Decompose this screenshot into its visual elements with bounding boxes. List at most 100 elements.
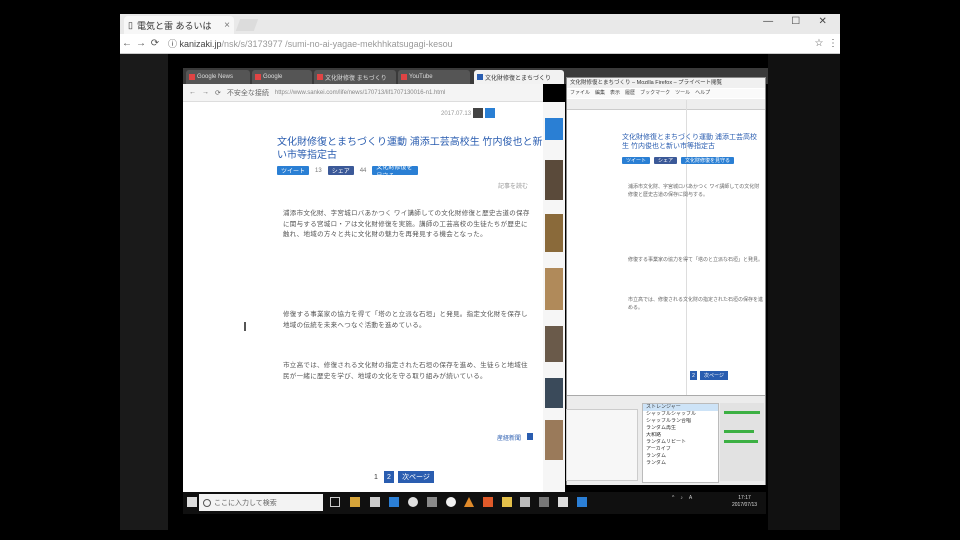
outer-browser-tab[interactable]: ▯ 電気と雷 あるいは × [124, 16, 234, 34]
playlist-item[interactable]: ランダム再生 [643, 425, 718, 432]
sidebar-thumbnail[interactable] [545, 378, 563, 408]
feature-link-button[interactable]: 文化財修復を見守る [372, 165, 419, 180]
taskbar-clock[interactable]: 17:17 2017/07/13 [732, 495, 757, 509]
social-buttons: ツイート 13 シェア 44 文化財修復を見守る [277, 165, 419, 180]
tweet-button[interactable]: ツイート [277, 166, 310, 175]
inner-tab[interactable]: Google News [186, 70, 250, 84]
info-icon[interactable]: ⓘ [168, 37, 180, 50]
secondary-menu-bar: ファイル 編集 表示 履歴 ブックマーク ツール ヘルプ [567, 89, 765, 98]
playlist-item[interactable]: アーカイブ [643, 446, 718, 453]
back-icon[interactable]: ← [120, 38, 134, 49]
menu-history[interactable]: 履歴 [625, 89, 635, 98]
menu-file[interactable]: ファイル [570, 89, 590, 98]
window-icon[interactable] [558, 497, 568, 507]
inner-tab[interactable]: 文化財修復 まちづくり [314, 70, 396, 84]
app-icon[interactable] [520, 497, 530, 507]
playlist-item[interactable]: シャッフルシャッフル [643, 411, 718, 418]
reload-icon[interactable]: ⟳ [215, 89, 221, 97]
ime-icon[interactable]: A [689, 495, 692, 501]
sidebar-thumbnail[interactable] [545, 214, 563, 252]
app-icon[interactable] [446, 497, 456, 507]
sidebar-thumbnail[interactable] [545, 326, 563, 362]
url-path: /nsk/s/3173977 /sumi-no-ai-yagae-mekhhka… [221, 38, 453, 49]
facebook-share-button[interactable]: シェア [654, 157, 678, 164]
folder-icon[interactable] [502, 497, 512, 507]
file-explorer-icon[interactable] [350, 497, 360, 507]
playlist-item[interactable]: ストレンジャー [643, 404, 718, 411]
menu-bookmarks[interactable]: ブックマーク [640, 89, 670, 98]
sidebar-thumbnail[interactable] [545, 420, 563, 460]
inner-tab[interactable]: Google [252, 70, 312, 84]
share-icon[interactable] [473, 108, 483, 118]
task-view-icon[interactable] [330, 497, 340, 507]
tray-expand-icon[interactable]: ^ [672, 495, 674, 501]
chrome-icon[interactable] [408, 497, 418, 507]
article-paragraph: 修復する事業家の協力を得て「塔のと立派な石垣」と発見。指定文化財を保存し地域の伝… [283, 311, 528, 329]
windows-start-icon[interactable] [187, 497, 197, 507]
volume-icon[interactable]: ♪ [680, 495, 683, 501]
next-page-button[interactable]: 次ページ [700, 371, 728, 380]
secondary-paragraph: 市立高では、修復される文化財の指定された石垣の保存を進める。 [628, 297, 764, 311]
system-tray: ^ ♪ A [672, 495, 692, 501]
firefox-icon[interactable] [483, 497, 493, 507]
menu-view[interactable]: 表示 [610, 89, 620, 98]
sidebar-thumbnail[interactable] [545, 268, 563, 310]
minimize-button[interactable]: — [763, 16, 773, 32]
bookmark-icon[interactable] [485, 108, 495, 118]
menu-edit[interactable]: 編集 [595, 89, 605, 98]
app-icon[interactable] [577, 497, 587, 507]
close-icon[interactable]: × [224, 20, 230, 31]
next-page-button[interactable]: 次ページ [398, 471, 434, 483]
level-meter-bar [724, 440, 758, 443]
taskbar-search[interactable]: ここに入力して検索 [199, 494, 323, 511]
address-bar[interactable]: ⓘ kanizaki.jp /nsk/s/3173977 /sumi-no-ai… [168, 36, 806, 51]
secondary-social-buttons: ツイート シェア 文化財修復を見守る [622, 157, 735, 164]
secondary-article-title[interactable]: 文化財修復とまちづくり運動 浦添工芸高校生 竹内俊也と新い市等指定古 [622, 133, 762, 151]
reload-icon[interactable]: ⟳ [148, 38, 162, 49]
menu-help[interactable]: ヘルプ [695, 89, 710, 98]
favicon-icon [401, 74, 407, 80]
menu-icon[interactable]: ⋮ [826, 38, 840, 49]
outer-tab-title: 電気と雷 あるいは [136, 20, 212, 31]
edge-icon[interactable] [389, 497, 399, 507]
cortana-icon [203, 498, 211, 507]
level-meter-bar [724, 411, 760, 414]
page-2-link[interactable]: 2 [384, 471, 394, 483]
facebook-share-button[interactable]: シェア [327, 166, 354, 175]
sidebar-thumbnail[interactable] [545, 160, 563, 200]
playlist-item[interactable]: ランダム [643, 460, 718, 467]
page-1-link[interactable]: 1 [372, 471, 380, 483]
secondary-paragraph: 浦添市文化財、字宮城ロバあかつく ワイ講師しての文化財修復と歴史古道の保存に関与… [628, 184, 760, 198]
maximize-button[interactable]: ☐ [791, 16, 800, 32]
video-letterbox-left [120, 54, 168, 530]
playlist-item[interactable]: ランダム [643, 453, 718, 460]
inner-tab[interactable]: YouTube [398, 70, 470, 84]
page-2-link[interactable]: 2 [690, 371, 697, 380]
tweet-button[interactable]: ツイート [622, 157, 651, 164]
store-icon[interactable] [370, 497, 380, 507]
article-title[interactable]: 文化財修復とまちづくり運動 浦添工芸高校生 竹内俊也と新い市等指定古 [277, 136, 547, 162]
playlist-item[interactable]: ランダムリピート [643, 439, 718, 446]
app-icon[interactable] [539, 497, 549, 507]
favicon-icon [317, 74, 323, 80]
feature-link-button[interactable]: 文化財修復を見守る [681, 157, 735, 164]
menu-tools[interactable]: ツール [675, 89, 690, 98]
source-link[interactable]: 産経新聞 [497, 433, 521, 442]
read-more-note[interactable]: 記事を読む [498, 181, 528, 190]
back-icon[interactable]: ← [189, 89, 196, 96]
secondary-scroll-area[interactable] [566, 409, 638, 481]
star-icon[interactable]: ☆ [812, 38, 826, 49]
video-letterbox-right [768, 54, 840, 530]
forward-icon[interactable]: → [134, 38, 148, 49]
inner-address-bar[interactable]: https://www.sankei.com/life/news/170713/… [275, 90, 445, 96]
playlist-item[interactable]: シャッフルラン合唱 [643, 418, 718, 425]
playlist-item[interactable]: 大和路 [643, 432, 718, 439]
app-icon[interactable] [427, 497, 437, 507]
inner-tab-active[interactable]: 文化財修復とまちづくり [474, 70, 564, 84]
outer-toolbar: ← → ⟳ ⓘ kanizaki.jp /nsk/s/3173977 /sumi… [120, 34, 840, 54]
sidebar-thumbnail[interactable] [545, 118, 563, 140]
vlc-icon[interactable] [464, 497, 474, 507]
close-window-button[interactable]: ✕ [818, 16, 826, 32]
search-placeholder: ここに入力して検索 [214, 499, 277, 507]
forward-icon[interactable]: → [202, 89, 209, 96]
